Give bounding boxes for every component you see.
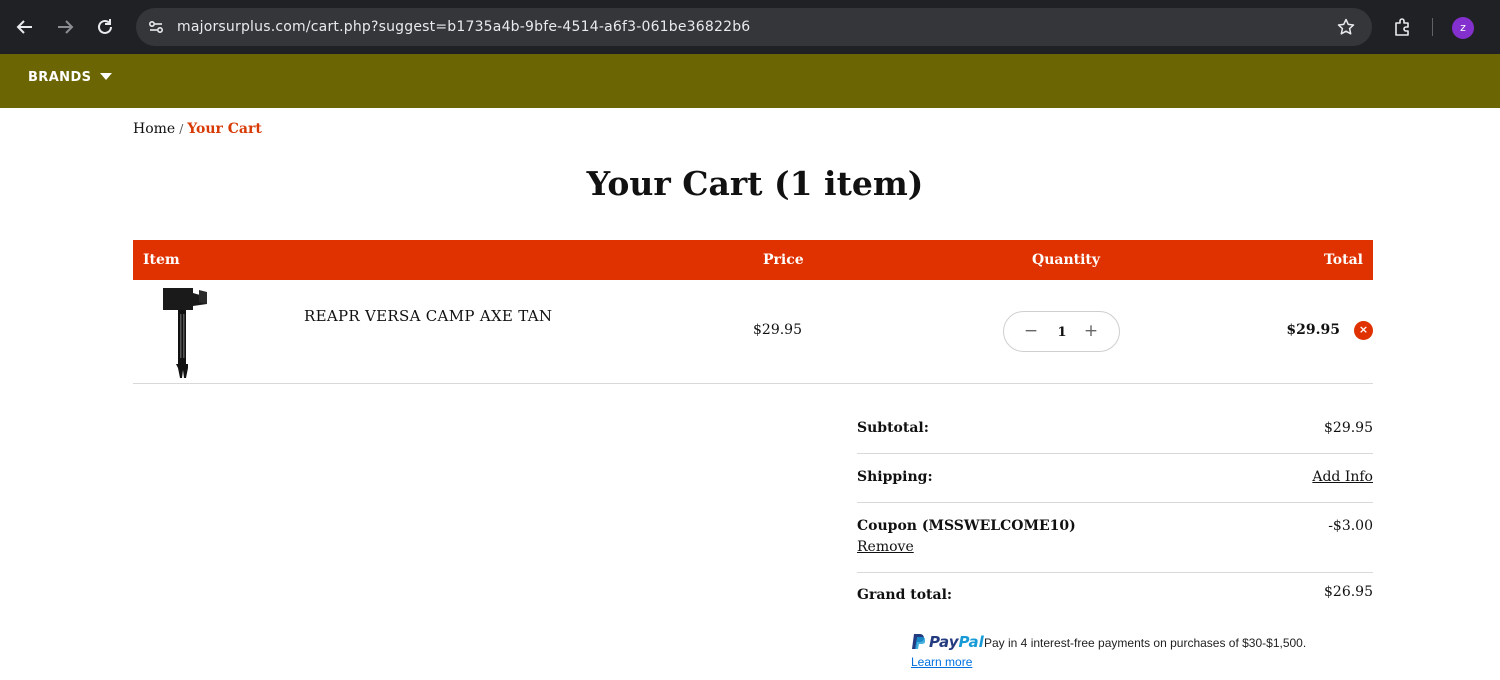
divider bbox=[857, 453, 1373, 454]
star-icon[interactable] bbox=[1336, 17, 1356, 37]
url-text[interactable]: majorsurplus.com/cart.php?suggest=b1735a… bbox=[177, 8, 750, 46]
cart-table-header: Item Price Quantity Total bbox=[133, 240, 1373, 280]
coupon-label: Coupon (MSSWELCOME10) bbox=[857, 518, 1076, 534]
reload-icon[interactable] bbox=[92, 14, 118, 40]
paypal-logo: PayPal bbox=[911, 633, 984, 653]
back-icon[interactable] bbox=[12, 14, 38, 40]
quantity-stepper: − 1 + bbox=[1003, 311, 1120, 352]
toolbar-divider bbox=[1432, 18, 1433, 36]
item-price: $29.95 bbox=[753, 322, 802, 338]
grand-total-label: Grand total: bbox=[857, 587, 953, 603]
divider bbox=[857, 502, 1373, 503]
product-image[interactable] bbox=[159, 284, 209, 380]
extensions-icon[interactable] bbox=[1392, 16, 1414, 38]
item-total: $29.95 bbox=[1286, 322, 1340, 338]
column-price: Price bbox=[763, 252, 804, 268]
chevron-down-icon[interactable] bbox=[100, 73, 112, 80]
coupon-remove-link[interactable]: Remove bbox=[857, 539, 914, 555]
breadcrumb-current: Your Cart bbox=[187, 121, 262, 137]
breadcrumb-separator: / bbox=[179, 122, 184, 136]
paypal-message-text: Pay in 4 interest-free payments on purch… bbox=[984, 636, 1307, 650]
paypal-logo-pal: Pal bbox=[958, 633, 984, 651]
column-item: Item bbox=[143, 252, 180, 268]
coupon-value: -$3.00 bbox=[1328, 518, 1373, 534]
column-total: Total bbox=[1323, 252, 1363, 268]
breadcrumb: Home / Your Cart bbox=[133, 121, 262, 137]
site-info-icon[interactable] bbox=[146, 17, 166, 37]
cart-item-row: REAPR VERSA CAMP AXE TAN $29.95 − 1 + $2… bbox=[133, 280, 1373, 384]
divider bbox=[857, 572, 1373, 573]
shipping-label: Shipping: bbox=[857, 469, 933, 485]
subtotal-value: $29.95 bbox=[1324, 420, 1373, 436]
quantity-decrease-button[interactable]: − bbox=[1016, 312, 1046, 351]
breadcrumb-home[interactable]: Home bbox=[133, 121, 175, 137]
browser-toolbar: majorsurplus.com/cart.php?suggest=b1735a… bbox=[0, 0, 1500, 54]
address-bar[interactable]: majorsurplus.com/cart.php?suggest=b1735a… bbox=[136, 8, 1372, 46]
forward-icon[interactable] bbox=[52, 14, 78, 40]
grand-total-value: $26.95 bbox=[1324, 584, 1373, 600]
page-title: Your Cart (1 item) bbox=[586, 164, 924, 203]
paypal-logo-pay: Pay bbox=[929, 633, 959, 651]
profile-avatar[interactable]: z bbox=[1452, 17, 1474, 39]
subtotal-label: Subtotal: bbox=[857, 420, 929, 436]
shipping-add-info-link[interactable]: Add Info bbox=[1312, 469, 1373, 485]
quantity-input[interactable]: 1 bbox=[1048, 312, 1076, 353]
remove-item-button[interactable]: × bbox=[1354, 321, 1373, 340]
brands-menu[interactable]: BRANDS bbox=[28, 54, 91, 101]
column-quantity: Quantity bbox=[1032, 252, 1101, 268]
paypal-icon bbox=[912, 634, 925, 649]
quantity-increase-button[interactable]: + bbox=[1076, 312, 1106, 351]
site-navigation-bar: BRANDS bbox=[0, 54, 1500, 108]
paypal-learn-more-link[interactable]: Learn more bbox=[911, 655, 972, 669]
product-name-link[interactable]: REAPR VERSA CAMP AXE TAN bbox=[304, 307, 552, 325]
